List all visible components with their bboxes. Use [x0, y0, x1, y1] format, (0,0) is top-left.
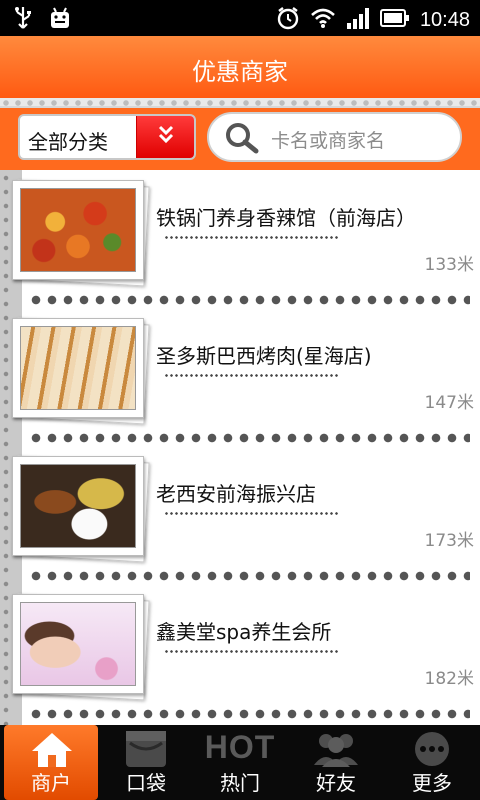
pocket-icon	[126, 731, 166, 767]
merchant-thumbnail	[12, 179, 150, 287]
battery-icon	[379, 8, 410, 32]
more-icon	[415, 732, 449, 766]
bottom-nav: 商户 口袋 HOT 热门 好友 更多	[0, 725, 480, 800]
tab-friends-label: 好友	[316, 771, 356, 795]
decorative-border	[0, 98, 480, 108]
tab-pocket[interactable]: 口袋	[98, 725, 194, 800]
tab-merchants[interactable]: 商户	[4, 725, 98, 800]
dotted-separator	[28, 432, 470, 444]
status-left	[14, 6, 72, 34]
merchant-thumbnail	[12, 455, 150, 563]
dotted-underline	[164, 650, 340, 653]
dotted-underline	[164, 512, 340, 515]
dotted-underline	[164, 236, 340, 239]
usb-icon	[14, 6, 32, 34]
bbq-skewers-image	[20, 326, 136, 410]
merchant-thumbnail	[12, 317, 150, 425]
merchant-name: 老西安前海振兴店	[156, 482, 316, 506]
tab-more[interactable]: 更多	[384, 725, 480, 800]
xian-plate-image	[20, 464, 136, 548]
list-item[interactable]: 铁锅门养身香辣馆（前海店） 133米	[0, 170, 480, 306]
tab-pocket-label: 口袋	[126, 771, 166, 795]
dotted-separator	[28, 708, 470, 720]
merchant-name: 圣多斯巴西烤肉(星海店)	[156, 344, 372, 368]
list-item[interactable]: 圣多斯巴西烤肉(星海店) 147米	[0, 308, 480, 444]
category-label: 全部分类	[28, 130, 108, 154]
dotted-underline	[164, 374, 340, 377]
spicy-dish-image	[20, 188, 136, 272]
android-debug-icon	[48, 6, 72, 34]
tab-merchants-label: 商户	[31, 771, 71, 795]
home-icon	[32, 733, 72, 767]
list-item[interactable]: 老西安前海振兴店 173米	[0, 446, 480, 582]
category-dropdown[interactable]: 全部分类	[18, 114, 196, 160]
dropdown-button[interactable]	[136, 116, 194, 158]
search-placeholder: 卡名或商家名	[271, 130, 386, 152]
merchant-name: 鑫美堂spa养生会所	[156, 620, 332, 644]
alarm-icon	[276, 6, 300, 34]
dotted-separator	[28, 294, 470, 306]
header: 优惠商家	[0, 36, 480, 98]
signal-icon	[346, 7, 370, 33]
status-time: 10:48	[419, 8, 470, 31]
hot-icon: HOT	[204, 729, 276, 765]
merchant-list[interactable]: 铁锅门养身香辣馆（前海店） 133米 圣多斯巴西烤肉(星海店) 147米 老西安…	[0, 170, 480, 725]
tab-hot-label: 热门	[220, 771, 260, 795]
merchant-thumbnail	[12, 593, 150, 701]
search-input[interactable]: 卡名或商家名	[207, 112, 462, 162]
wifi-icon	[310, 7, 336, 33]
search-icon	[226, 123, 259, 154]
status-right: 10:48	[276, 6, 470, 34]
merchant-distance: 173米	[424, 531, 474, 551]
merchant-distance: 182米	[424, 669, 474, 689]
status-bar: 10:48	[0, 0, 480, 36]
merchant-distance: 147米	[424, 393, 474, 413]
tab-friends[interactable]: 好友	[288, 725, 384, 800]
list-item[interactable]: 鑫美堂spa养生会所 182米	[0, 584, 480, 720]
merchant-distance: 133米	[424, 255, 474, 275]
friends-icon	[314, 734, 358, 767]
merchant-name: 铁锅门养身香辣馆（前海店）	[156, 206, 416, 230]
dotted-separator	[28, 570, 470, 582]
tab-hot[interactable]: HOT 热门	[192, 725, 288, 800]
tab-more-label: 更多	[412, 771, 452, 795]
page-title: 优惠商家	[192, 58, 288, 86]
spa-woman-image	[20, 602, 136, 686]
double-chevron-down-icon	[158, 125, 174, 144]
